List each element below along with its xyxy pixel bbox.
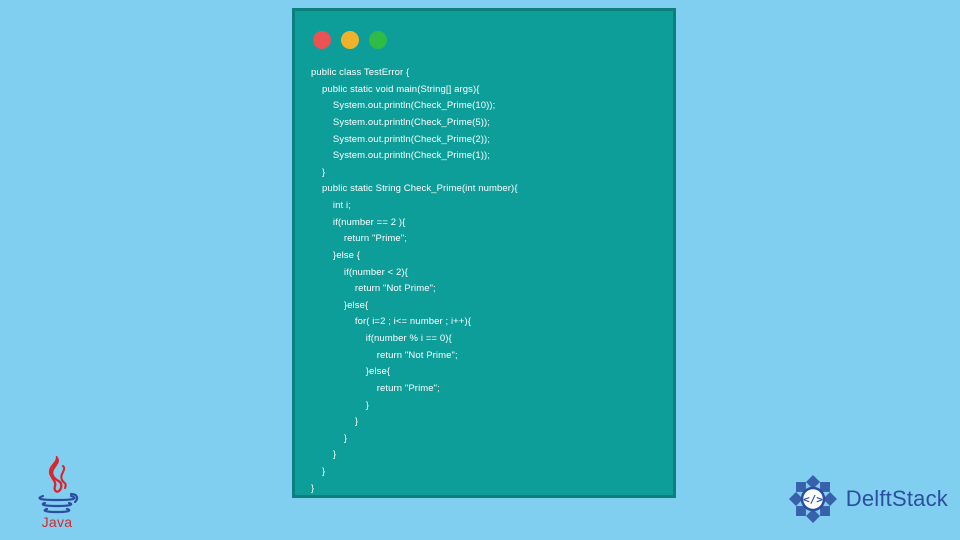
traffic-lights [313, 31, 657, 49]
close-icon [313, 31, 331, 49]
code-block: public class TestError { public static v… [311, 65, 657, 497]
delftstack-label: DelftStack [846, 486, 948, 512]
code-window: public class TestError { public static v… [292, 8, 676, 498]
java-logo: Java [30, 456, 84, 530]
maximize-icon [369, 31, 387, 49]
delftstack-icon: </> [786, 472, 840, 526]
java-icon [35, 456, 79, 516]
minimize-icon [341, 31, 359, 49]
delftstack-logo: </> DelftStack [786, 472, 948, 526]
java-label: Java [30, 514, 84, 530]
svg-text:</>: </> [803, 493, 823, 506]
